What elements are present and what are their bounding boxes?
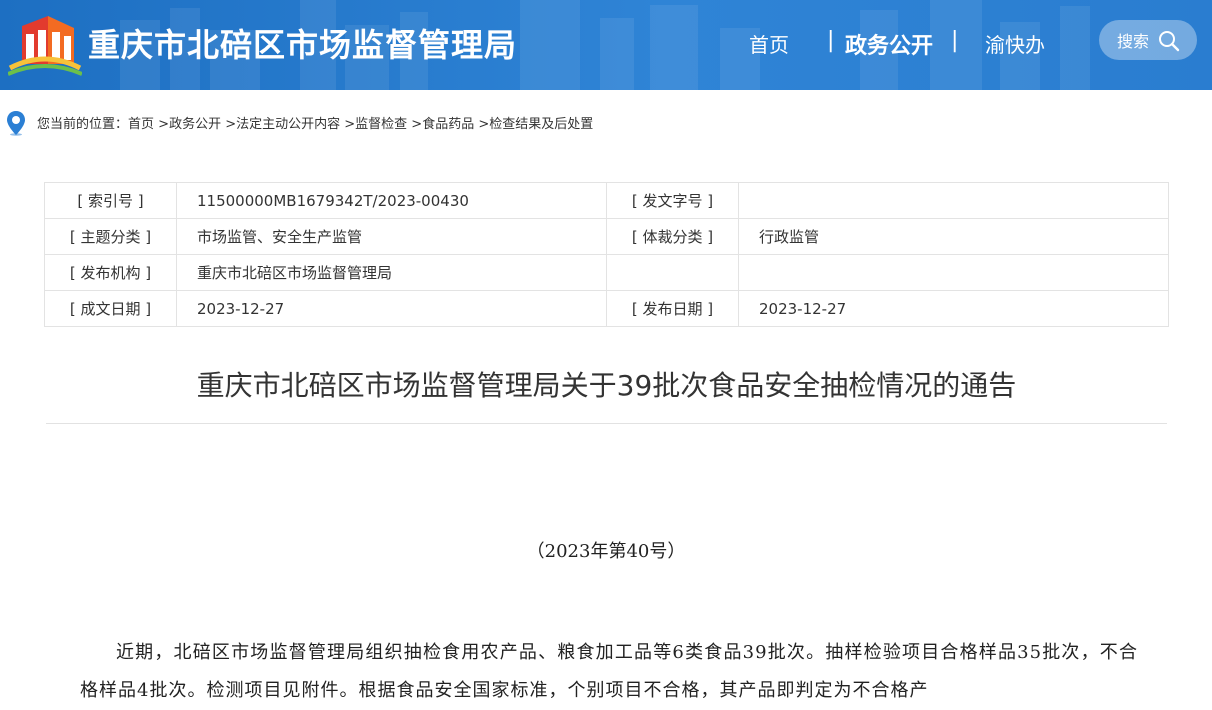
table-row: [ 索引号 ] 11500000MB1679342T/2023-00430 [ … bbox=[44, 182, 1169, 219]
breadcrumb-prefix: 您当前的位置： bbox=[37, 117, 129, 132]
breadcrumb-trail: 您当前的位置：首页 >政务公开 >法定主动公开内容 >监督检查 >食品药品 >检… bbox=[37, 113, 593, 132]
breadcrumb-home[interactable]: 首页 bbox=[128, 117, 154, 132]
breadcrumb-inspection-results[interactable]: 检查结果及后处置 bbox=[489, 117, 593, 132]
meta-docnum-value bbox=[738, 182, 1169, 219]
breadcrumb: 您当前的位置：首页 >政务公开 >法定主动公开内容 >监督检查 >食品药品 >检… bbox=[0, 104, 1212, 138]
table-row: [ 主题分类 ] 市场监管、安全生产监管 [ 体裁分类 ] 行政监管 bbox=[44, 218, 1169, 255]
breadcrumb-separator: > bbox=[154, 117, 170, 132]
document-number: （2023年第40号） bbox=[526, 541, 686, 562]
nav-home[interactable]: 首页 bbox=[749, 29, 789, 58]
meta-genre-key: [ 体裁分类 ] bbox=[606, 218, 739, 255]
search-icon bbox=[1159, 31, 1180, 52]
meta-genre-value: 行政监管 bbox=[738, 218, 1169, 255]
meta-date-value: 2023-12-27 bbox=[176, 290, 607, 327]
breadcrumb-separator: > bbox=[340, 117, 356, 132]
nav-separator: | bbox=[951, 28, 959, 53]
document-body-paragraph: 近期，北碚区市场监督管理局组织抽检食用农产品、粮食加工品等6类食品39批次。抽样… bbox=[80, 642, 1138, 701]
meta-pubdate-value: 2023-12-27 bbox=[738, 290, 1169, 327]
table-row: [ 发布机构 ] 重庆市北碚区市场监督管理局 bbox=[44, 254, 1169, 291]
meta-topic-key: [ 主题分类 ] bbox=[44, 218, 177, 255]
meta-pubdate-key: [ 发布日期 ] bbox=[606, 290, 739, 327]
location-pin-icon bbox=[7, 111, 25, 136]
meta-empty-value bbox=[738, 254, 1169, 291]
meta-index-key: [ 索引号 ] bbox=[44, 182, 177, 219]
meta-topic-value: 市场监管、安全生产监管 bbox=[176, 218, 607, 255]
breadcrumb-statutory-disclosure[interactable]: 法定主动公开内容 bbox=[236, 117, 340, 132]
document-title: 重庆市北碚区市场监督管理局关于39批次食品安全抽检情况的通告 bbox=[196, 369, 1017, 402]
nav-gov-affairs[interactable]: 政务公开 bbox=[845, 28, 933, 60]
nav-separator: | bbox=[827, 28, 835, 53]
document-meta-table: [ 索引号 ] 11500000MB1679342T/2023-00430 [ … bbox=[44, 182, 1169, 327]
search-label: 搜索 bbox=[1117, 32, 1150, 51]
meta-empty-key bbox=[606, 254, 739, 291]
table-row: [ 成文日期 ] 2023-12-27 [ 发布日期 ] 2023-12-27 bbox=[44, 290, 1169, 327]
meta-docnum-key: [ 发文字号 ] bbox=[606, 182, 739, 219]
breadcrumb-separator: > bbox=[407, 117, 423, 132]
meta-issuer-key: [ 发布机构 ] bbox=[44, 254, 177, 291]
logo-icon[interactable] bbox=[8, 14, 82, 76]
site-title: 重庆市北碚区市场监督管理局 bbox=[88, 26, 518, 64]
nav-yukuaiban[interactable]: 渝快办 bbox=[985, 29, 1045, 58]
meta-index-value: 11500000MB1679342T/2023-00430 bbox=[176, 182, 607, 219]
meta-issuer-value: 重庆市北碚区市场监督管理局 bbox=[176, 254, 607, 291]
search-button[interactable]: 搜索 bbox=[1099, 20, 1197, 60]
breadcrumb-supervision[interactable]: 监督检查 bbox=[355, 117, 407, 132]
breadcrumb-separator: > bbox=[474, 117, 490, 132]
breadcrumb-separator: > bbox=[221, 117, 237, 132]
site-header: 重庆市北碚区市场监督管理局 首页 | 政务公开 | 渝快办 搜索 bbox=[0, 0, 1212, 90]
title-divider bbox=[46, 423, 1167, 424]
breadcrumb-gov-affairs[interactable]: 政务公开 bbox=[169, 117, 221, 132]
meta-date-key: [ 成文日期 ] bbox=[44, 290, 177, 327]
breadcrumb-food-drugs[interactable]: 食品药品 bbox=[422, 117, 474, 132]
